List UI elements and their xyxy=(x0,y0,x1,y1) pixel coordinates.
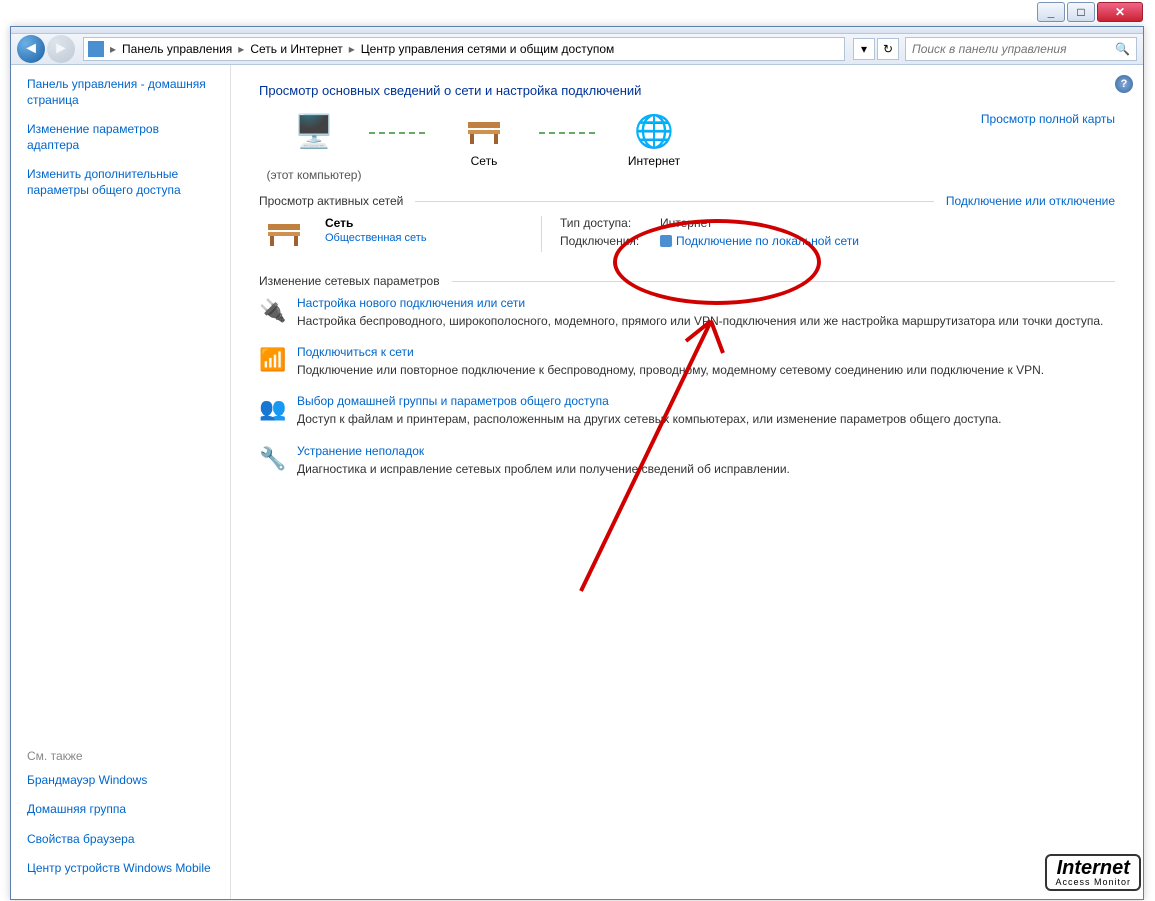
chevron-right-icon: ▸ xyxy=(108,42,118,56)
task-link[interactable]: Устранение неполадок xyxy=(297,444,424,458)
watermark-line1: Internet xyxy=(1055,858,1131,878)
task-troubleshoot[interactable]: 🔧 Устранение неполадок Диагностика и испр… xyxy=(259,444,1115,477)
task-link[interactable]: Подключиться к сети xyxy=(297,345,414,359)
main-content: ? Просмотр основных сведений о сети и на… xyxy=(231,65,1143,899)
network-map: 🖥️ (этот компьютер) Сеть 🌐 Интернет Прос… xyxy=(259,112,1115,182)
forward-button[interactable]: ► xyxy=(47,35,75,63)
internet-label: Интернет xyxy=(628,154,680,168)
plug-icon xyxy=(660,235,672,247)
task-link[interactable]: Настройка нового подключения или сети xyxy=(297,296,525,310)
sidebar-link-sharing[interactable]: Изменить дополнительные параметры общего… xyxy=(27,167,214,198)
breadcrumb-item[interactable]: Сеть и Интернет xyxy=(246,40,346,58)
control-panel-window: ◄ ► ▸ Панель управления ▸ Сеть и Интерне… xyxy=(10,26,1144,900)
maximize-button[interactable]: □ xyxy=(1067,2,1095,22)
network-icon xyxy=(88,41,104,57)
search-icon: 🔍 xyxy=(1115,42,1130,56)
access-type-value: Интернет xyxy=(660,216,712,230)
map-node-network: Сеть xyxy=(429,112,539,168)
network-label: Сеть xyxy=(471,154,498,168)
map-node-internet: 🌐 Интернет xyxy=(599,112,709,168)
task-new-connection[interactable]: 🔌 Настройка нового подключения или сети Н… xyxy=(259,296,1115,329)
computer-label: (этот компьютер) xyxy=(267,168,362,182)
bench-icon xyxy=(259,216,309,250)
breadcrumb-dropdown[interactable]: ▾ xyxy=(853,38,875,60)
divider xyxy=(415,201,934,202)
map-node-computer: 🖥️ (этот компьютер) xyxy=(259,112,369,182)
sidebar-link-home[interactable]: Панель управления - домашняя страница xyxy=(27,77,214,108)
sidebar-also-firewall[interactable]: Брандмауэр Windows xyxy=(27,773,214,789)
max-glyph: □ xyxy=(1077,5,1084,19)
minimize-button[interactable]: _ xyxy=(1037,2,1065,22)
task-homegroup[interactable]: 👥 Выбор домашней группы и параметров общ… xyxy=(259,394,1115,427)
close-button[interactable]: ✕ xyxy=(1097,2,1143,22)
connections-label: Подключения: xyxy=(560,234,660,248)
chevron-right-icon: ▸ xyxy=(236,42,246,56)
breadcrumb[interactable]: ▸ Панель управления ▸ Сеть и Интернет ▸ … xyxy=(83,37,845,61)
search-box[interactable]: 🔍 xyxy=(905,37,1137,61)
network-details: Тип доступа: Интернет Подключения: Подкл… xyxy=(541,216,859,252)
connection-line xyxy=(369,132,429,134)
watermark-line2: Access Monitor xyxy=(1055,878,1131,887)
search-input[interactable] xyxy=(912,42,1115,56)
network-name: Сеть xyxy=(325,216,525,230)
see-also-title: См. также xyxy=(27,749,214,763)
full-map-link[interactable]: Просмотр полной карты xyxy=(981,112,1115,126)
access-type-label: Тип доступа: xyxy=(560,216,660,230)
task-desc: Настройка беспроводного, широкополосного… xyxy=(297,313,1103,329)
breadcrumb-item[interactable]: Панель управления xyxy=(118,40,236,58)
watermark: Internet Access Monitor xyxy=(1045,854,1141,891)
connection-line xyxy=(539,132,599,134)
sidebar-also-mobile[interactable]: Центр устройств Windows Mobile xyxy=(27,861,214,877)
bench-icon xyxy=(460,112,508,150)
sidebar-link-adapter[interactable]: Изменение параметров адаптера xyxy=(27,122,214,153)
min-glyph: _ xyxy=(1048,5,1055,19)
divider xyxy=(452,281,1115,282)
close-glyph: ✕ xyxy=(1115,5,1125,19)
task-desc: Подключение или повторное подключение к … xyxy=(297,362,1044,378)
change-settings-title: Изменение сетевых параметров xyxy=(259,274,440,288)
nav-bar: ◄ ► ▸ Панель управления ▸ Сеть и Интерне… xyxy=(11,33,1143,65)
globe-icon: 🌐 xyxy=(630,112,678,150)
refresh-button[interactable]: ↻ xyxy=(877,38,899,60)
chevron-right-icon: ▸ xyxy=(347,42,357,56)
help-icon[interactable]: ? xyxy=(1115,75,1133,93)
active-networks-title: Просмотр активных сетей xyxy=(259,194,403,208)
troubleshoot-icon: 🔧 xyxy=(259,444,297,477)
connect-disconnect-link[interactable]: Подключение или отключение xyxy=(946,194,1115,208)
task-desc: Диагностика и исправление сетевых пробле… xyxy=(297,461,790,477)
back-button[interactable]: ◄ xyxy=(17,35,45,63)
sidebar: Панель управления - домашняя страница Из… xyxy=(11,65,231,899)
sidebar-also-browser[interactable]: Свойства браузера xyxy=(27,832,214,848)
sidebar-also-homegroup[interactable]: Домашняя группа xyxy=(27,802,214,818)
new-connection-icon: 🔌 xyxy=(259,296,297,329)
task-link[interactable]: Выбор домашней группы и параметров общег… xyxy=(297,394,609,408)
network-type-link[interactable]: Общественная сеть xyxy=(325,232,427,244)
lan-connection-link[interactable]: Подключение по локальной сети xyxy=(676,234,859,248)
computer-icon: 🖥️ xyxy=(290,112,338,150)
breadcrumb-item[interactable]: Центр управления сетями и общим доступом xyxy=(357,40,619,58)
connect-icon: 📶 xyxy=(259,345,297,378)
homegroup-icon: 👥 xyxy=(259,394,297,427)
task-connect[interactable]: 📶 Подключиться к сети Подключение или пов… xyxy=(259,345,1115,378)
task-desc: Доступ к файлам и принтерам, расположенн… xyxy=(297,411,1002,427)
page-title: Просмотр основных сведений о сети и наст… xyxy=(259,83,1115,98)
